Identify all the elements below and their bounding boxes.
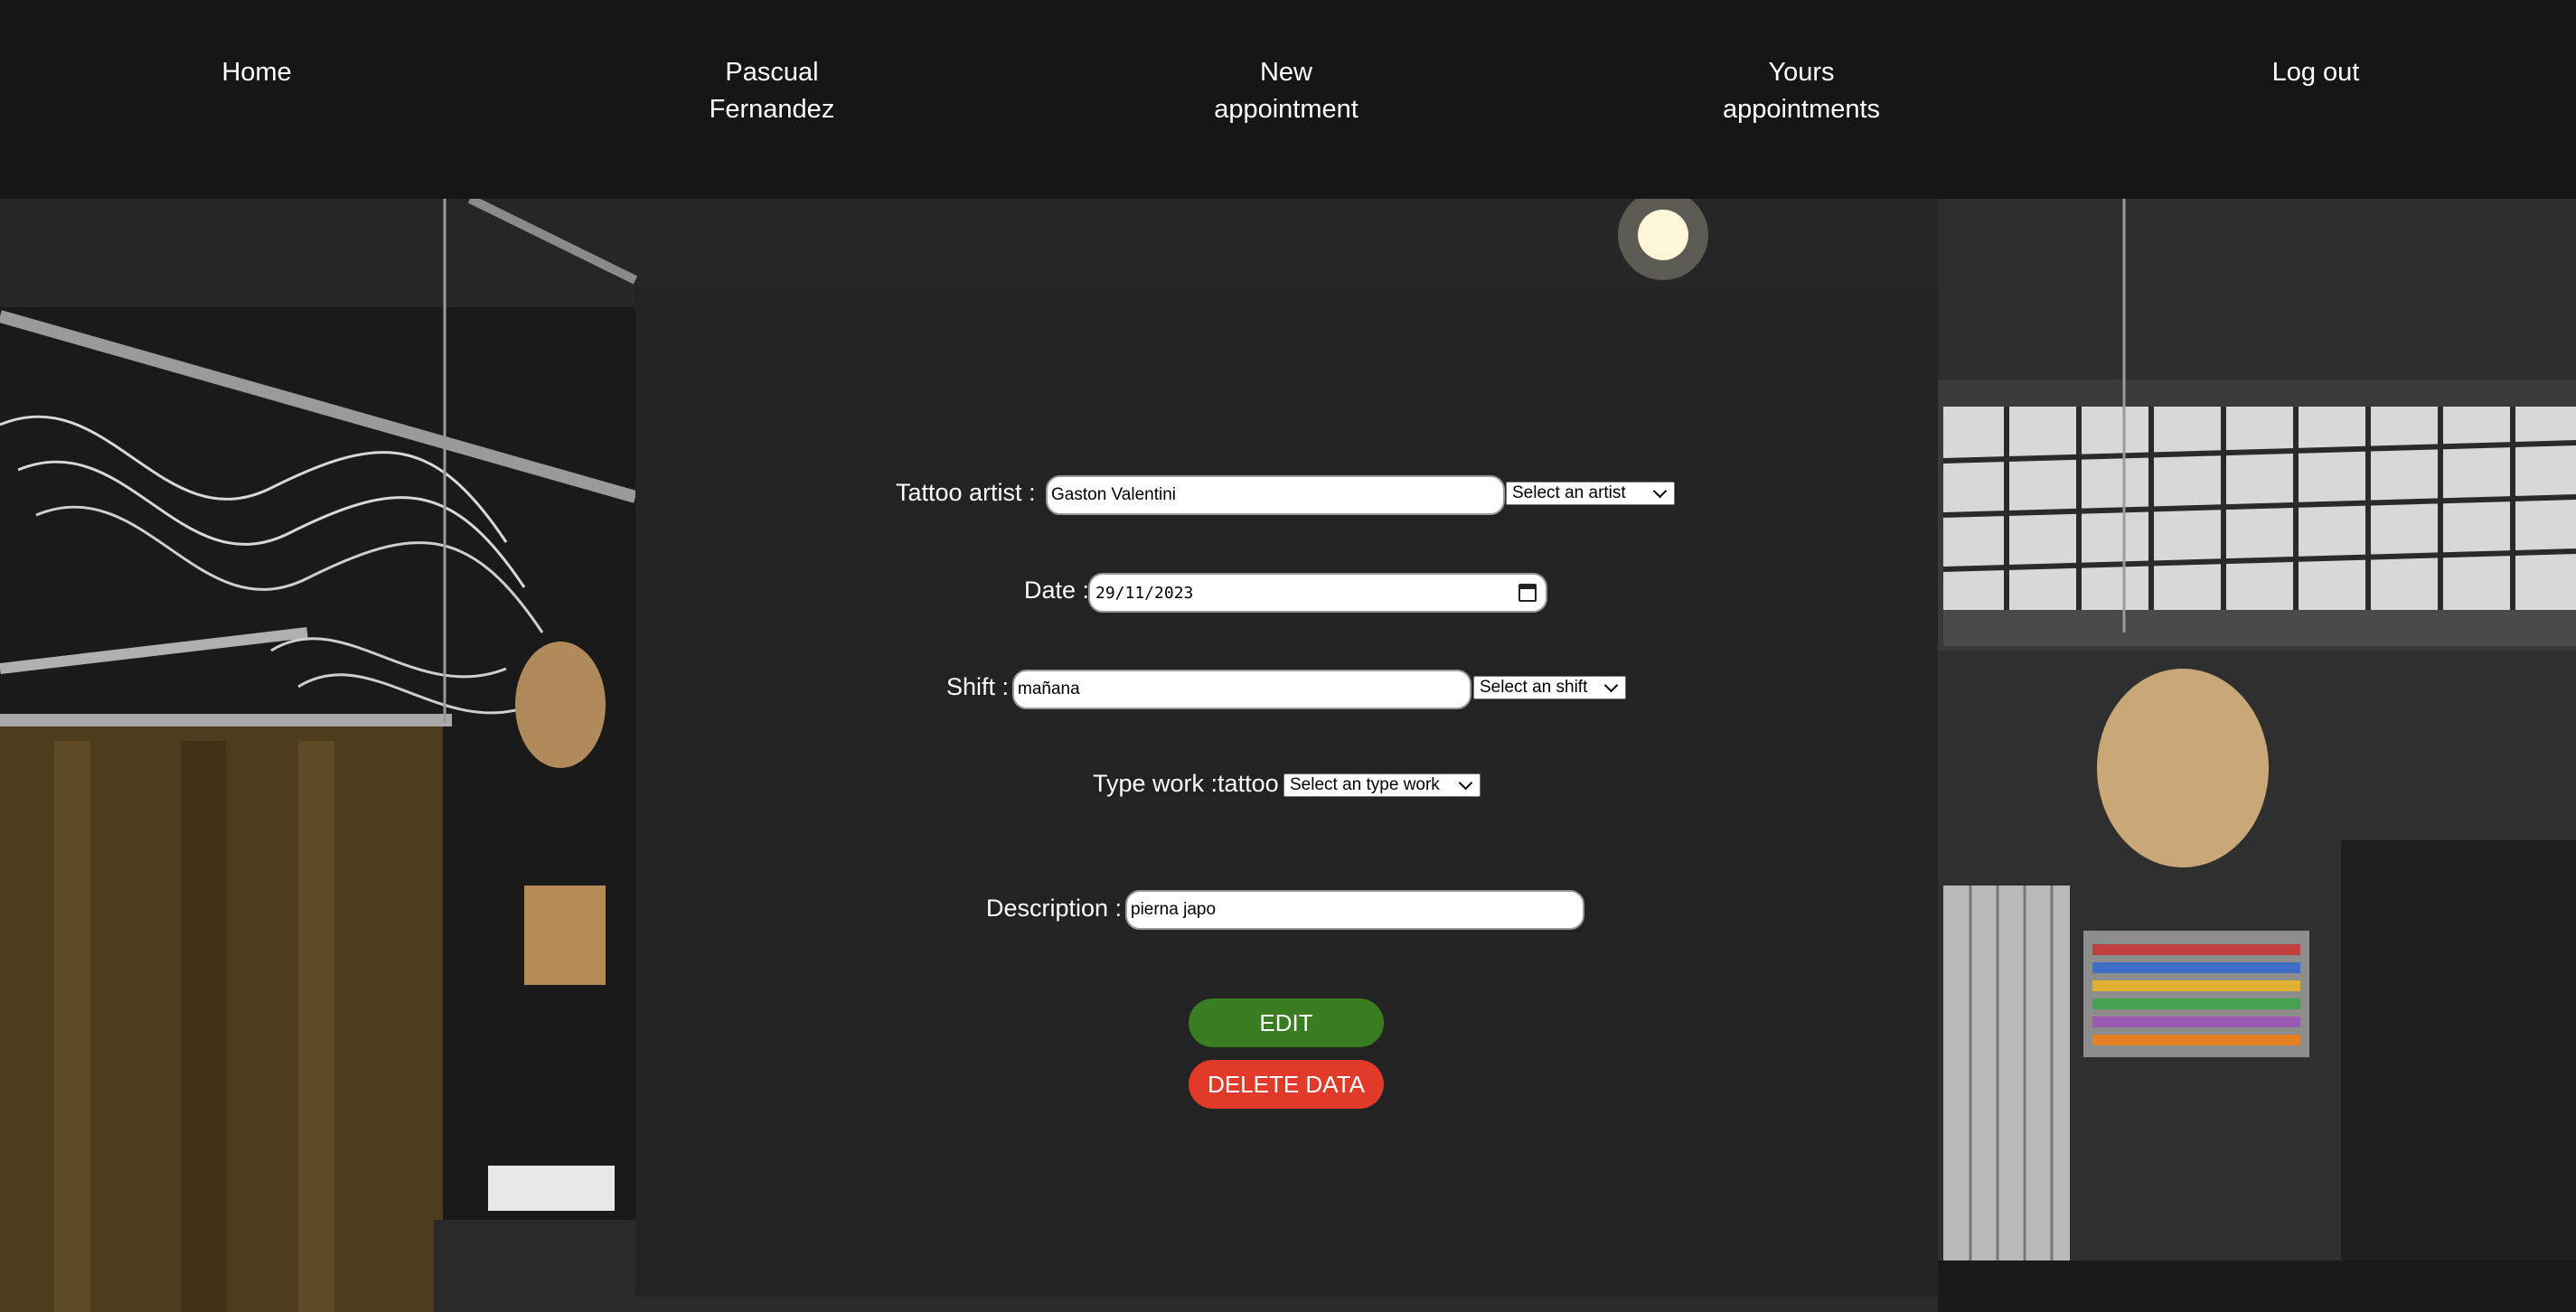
description-input[interactable] bbox=[1125, 890, 1584, 930]
delete-data-button[interactable]: DELETE DATA bbox=[1189, 1060, 1384, 1109]
type-work-value: tattoo bbox=[1217, 770, 1279, 797]
shift-input[interactable] bbox=[1012, 670, 1471, 709]
edit-button[interactable]: EDIT bbox=[1189, 998, 1384, 1047]
artist-select-value: Select an artist bbox=[1512, 483, 1626, 502]
nav-profile-last-name: Fernandez bbox=[709, 95, 835, 124]
nav-profile-link[interactable]: Pascual Fernandez bbox=[636, 54, 907, 128]
chevron-down-icon bbox=[1652, 483, 1668, 498]
type-work-label: Type work :tattoo bbox=[1093, 767, 1279, 800]
shift-select[interactable]: Select an shift bbox=[1473, 676, 1626, 699]
nav-new-appointment-line1: New bbox=[1259, 58, 1312, 87]
chevron-down-icon bbox=[1458, 775, 1473, 790]
date-input[interactable]: 29/11/2023 bbox=[1088, 573, 1547, 613]
nav-new-appointment-link[interactable]: New appointment bbox=[1151, 54, 1422, 128]
type-work-label-text: Type work : bbox=[1093, 770, 1218, 797]
chevron-down-icon bbox=[1603, 678, 1619, 692]
nav-profile-first-name: Pascual bbox=[725, 58, 819, 87]
nav-new-appointment-line2: appointment bbox=[1214, 95, 1359, 124]
type-work-select[interactable]: Select an type work bbox=[1283, 773, 1481, 797]
date-label: Date : bbox=[1024, 576, 1090, 604]
description-label: Description : bbox=[986, 895, 1123, 922]
type-work-select-value: Select an type work bbox=[1290, 775, 1440, 794]
shift-label: Shift : bbox=[946, 673, 1010, 700]
nav-logout-label: Log out bbox=[2271, 58, 2360, 87]
nav-my-appointments-line1: Yours bbox=[1768, 58, 1835, 87]
shift-select-value: Select an shift bbox=[1480, 678, 1588, 697]
nav-my-appointments-line2: appointments bbox=[1722, 95, 1881, 124]
navbar: Home Pascual Fernandez New appointment Y… bbox=[0, 0, 2576, 199]
nav-home-label: Home bbox=[221, 58, 292, 87]
date-input-value: 29/11/2023 bbox=[1095, 583, 1194, 603]
tattoo-artist-input[interactable] bbox=[1046, 475, 1505, 515]
calendar-icon[interactable] bbox=[1518, 584, 1537, 602]
tattoo-artist-label: Tattoo artist : bbox=[896, 479, 1036, 506]
nav-home-link[interactable]: Home bbox=[121, 54, 392, 91]
nav-logout-link[interactable]: Log out bbox=[2180, 54, 2451, 91]
nav-my-appointments-link[interactable]: Yours appointments bbox=[1666, 54, 1937, 128]
artist-select[interactable]: Select an artist bbox=[1506, 482, 1675, 505]
